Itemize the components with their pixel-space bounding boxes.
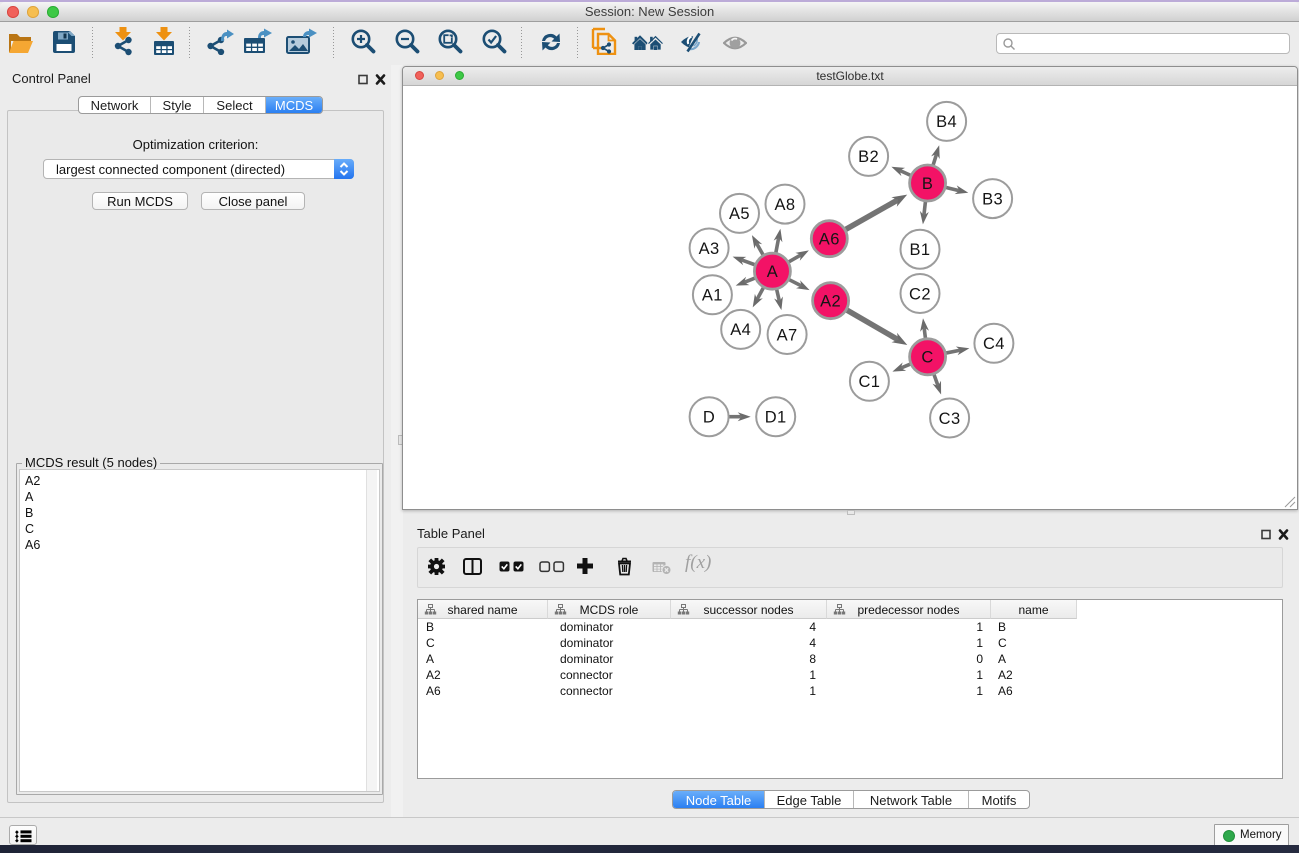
svg-text:B4: B4 xyxy=(936,113,957,131)
svg-text:C3: C3 xyxy=(939,410,961,428)
svg-text:C1: C1 xyxy=(858,373,880,391)
svg-text:A4: A4 xyxy=(730,321,751,339)
svg-text:A3: A3 xyxy=(699,240,720,258)
svg-text:D: D xyxy=(703,409,715,427)
svg-text:B2: B2 xyxy=(858,148,879,166)
svg-text:C: C xyxy=(921,349,933,367)
svg-text:B3: B3 xyxy=(982,190,1003,208)
svg-text:A8: A8 xyxy=(775,196,796,214)
svg-text:B1: B1 xyxy=(910,241,931,259)
svg-text:A: A xyxy=(767,263,778,281)
svg-text:C4: C4 xyxy=(983,335,1005,353)
svg-text:B: B xyxy=(922,175,933,193)
svg-text:A5: A5 xyxy=(729,205,750,223)
svg-text:A1: A1 xyxy=(702,287,723,305)
svg-text:A7: A7 xyxy=(777,326,798,344)
svg-text:D1: D1 xyxy=(765,409,787,427)
svg-text:C2: C2 xyxy=(909,285,931,303)
svg-text:A6: A6 xyxy=(819,231,840,249)
svg-text:A2: A2 xyxy=(820,293,841,311)
